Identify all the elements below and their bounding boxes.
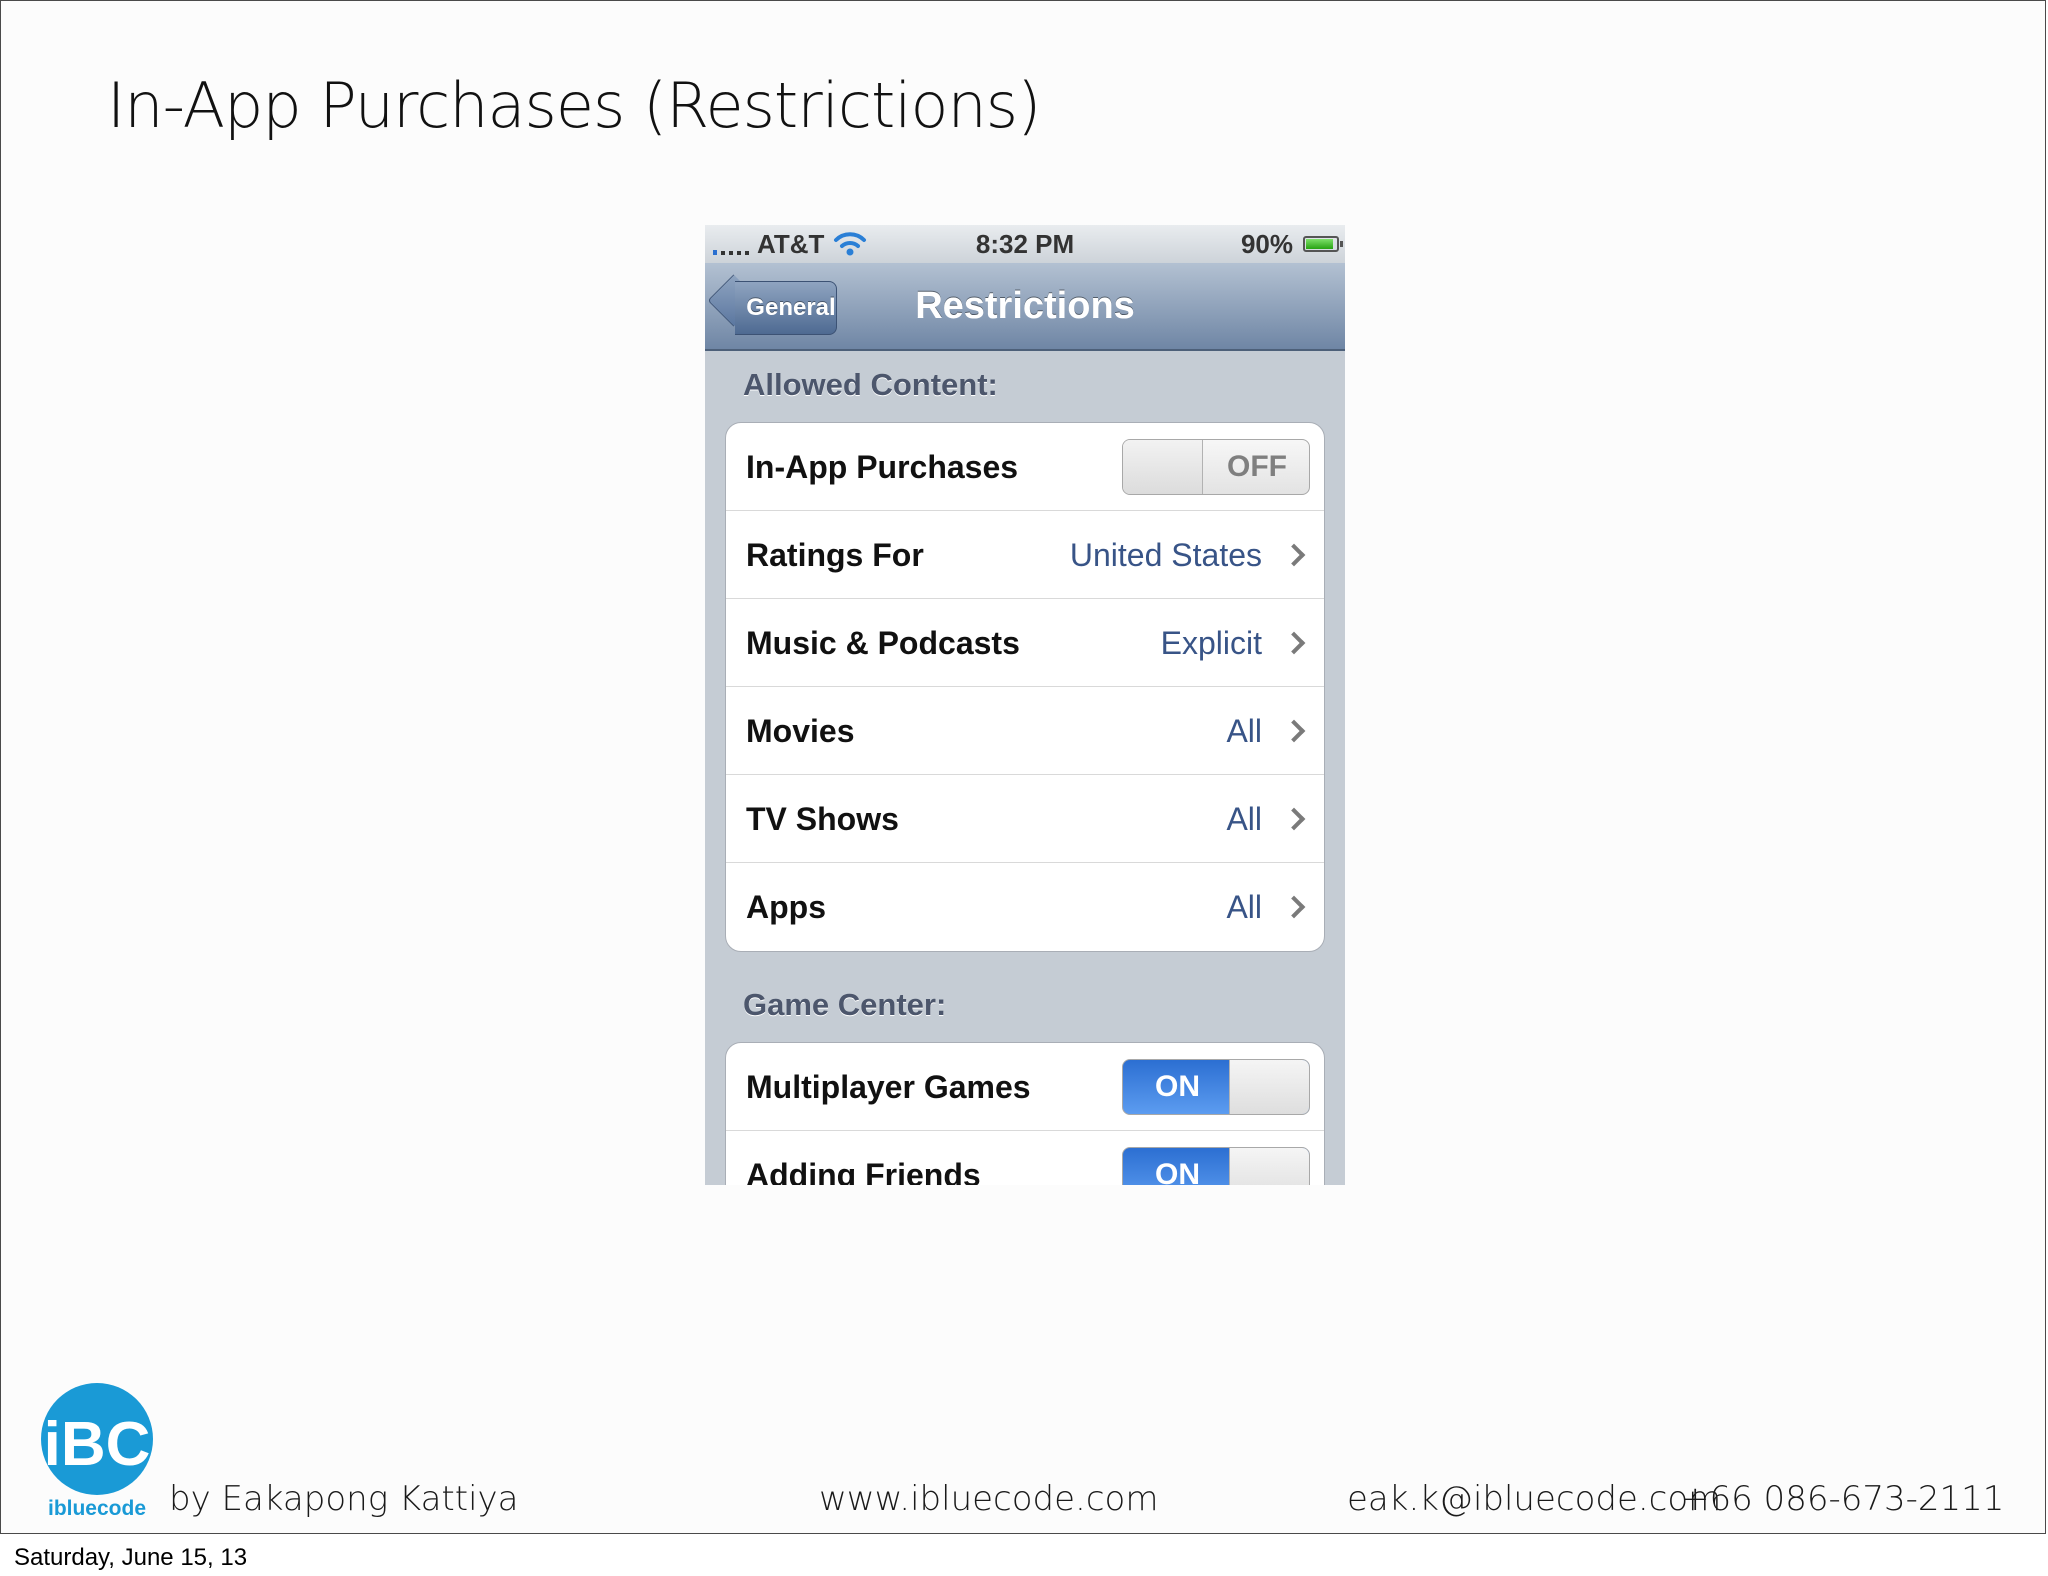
section-header-game-center: Game Center: xyxy=(743,987,947,1022)
multiplayer-games-switch[interactable]: ON xyxy=(1122,1059,1310,1115)
row-label: Adding Friends xyxy=(746,1157,981,1185)
row-ratings-for[interactable]: Ratings For United States xyxy=(726,511,1324,599)
row-value: Explicit xyxy=(1160,625,1262,661)
slide-title: In-App Purchases (Restrictions) xyxy=(107,69,1041,142)
switch-knob xyxy=(1229,1148,1309,1185)
switch-state: OFF xyxy=(1227,450,1287,483)
row-label: Movies xyxy=(746,713,855,749)
chevron-right-icon xyxy=(1282,895,1306,919)
section-header-allowed-content: Allowed Content: xyxy=(743,367,998,402)
chevron-right-icon xyxy=(1282,719,1306,743)
logo-text: ibluecode xyxy=(48,1497,146,1519)
battery-icon xyxy=(1303,236,1343,252)
chevron-right-icon xyxy=(1282,807,1306,831)
row-label: Ratings For xyxy=(746,537,924,573)
battery-percent: 90% xyxy=(1240,229,1293,259)
phone-screenshot: AT&T 8:32 PM 90% General Restrictions Al… xyxy=(705,225,1345,1185)
navigation-bar: General Restrictions xyxy=(705,263,1345,351)
row-adding-friends: Adding Friends ON xyxy=(726,1131,1324,1185)
row-label: In-App Purchases xyxy=(746,449,1019,485)
row-label: Apps xyxy=(746,889,826,925)
switch-state: ON xyxy=(1155,1158,1200,1185)
chevron-right-icon xyxy=(1282,631,1306,655)
row-value: All xyxy=(1226,889,1262,925)
row-label: Music & Podcasts xyxy=(746,625,1020,661)
row-movies[interactable]: Movies All xyxy=(726,687,1324,775)
row-tv-shows[interactable]: TV Shows All xyxy=(726,775,1324,863)
status-bar: AT&T 8:32 PM 90% xyxy=(705,225,1345,263)
footer-phone: +66 086-673-2111 xyxy=(1681,1479,2005,1519)
row-apps[interactable]: Apps All xyxy=(726,863,1324,951)
row-label: TV Shows xyxy=(746,801,899,837)
row-in-app-purchases: In-App Purchases OFF xyxy=(726,423,1324,511)
date-label: Saturday, June 15, 13 xyxy=(14,1544,248,1571)
row-value: All xyxy=(1226,713,1262,749)
footer-email[interactable]: eak.k@ibluecode.com xyxy=(1347,1479,1721,1519)
chevron-right-icon xyxy=(1282,543,1306,567)
footer-website[interactable]: www.ibluecode.com xyxy=(819,1479,1158,1519)
logo-mark: iBC xyxy=(44,1410,151,1479)
row-value: United States xyxy=(1069,537,1262,573)
switch-knob xyxy=(1229,1060,1309,1114)
nav-title: Restrictions xyxy=(915,285,1135,327)
row-multiplayer-games: Multiplayer Games ON xyxy=(726,1043,1324,1131)
footer-author: by Eakapong Kattiya xyxy=(169,1479,519,1519)
in-app-purchases-switch[interactable]: OFF xyxy=(1122,439,1310,495)
switch-state: ON xyxy=(1155,1070,1200,1103)
allowed-content-group: In-App Purchases OFF Ratings For United … xyxy=(725,422,1325,952)
row-value: All xyxy=(1226,801,1262,837)
row-music-podcasts[interactable]: Music & Podcasts Explicit xyxy=(726,599,1324,687)
row-label: Multiplayer Games xyxy=(746,1069,1031,1105)
adding-friends-switch[interactable]: ON xyxy=(1122,1147,1310,1185)
back-button-label: General xyxy=(746,294,836,321)
ibluecode-logo: iBC ibluecode xyxy=(41,1383,153,1519)
game-center-group: Multiplayer Games ON Adding Friends ON xyxy=(725,1042,1325,1185)
slide: In-App Purchases (Restrictions) AT&T 8:3… xyxy=(0,0,2046,1534)
switch-knob xyxy=(1123,440,1203,494)
